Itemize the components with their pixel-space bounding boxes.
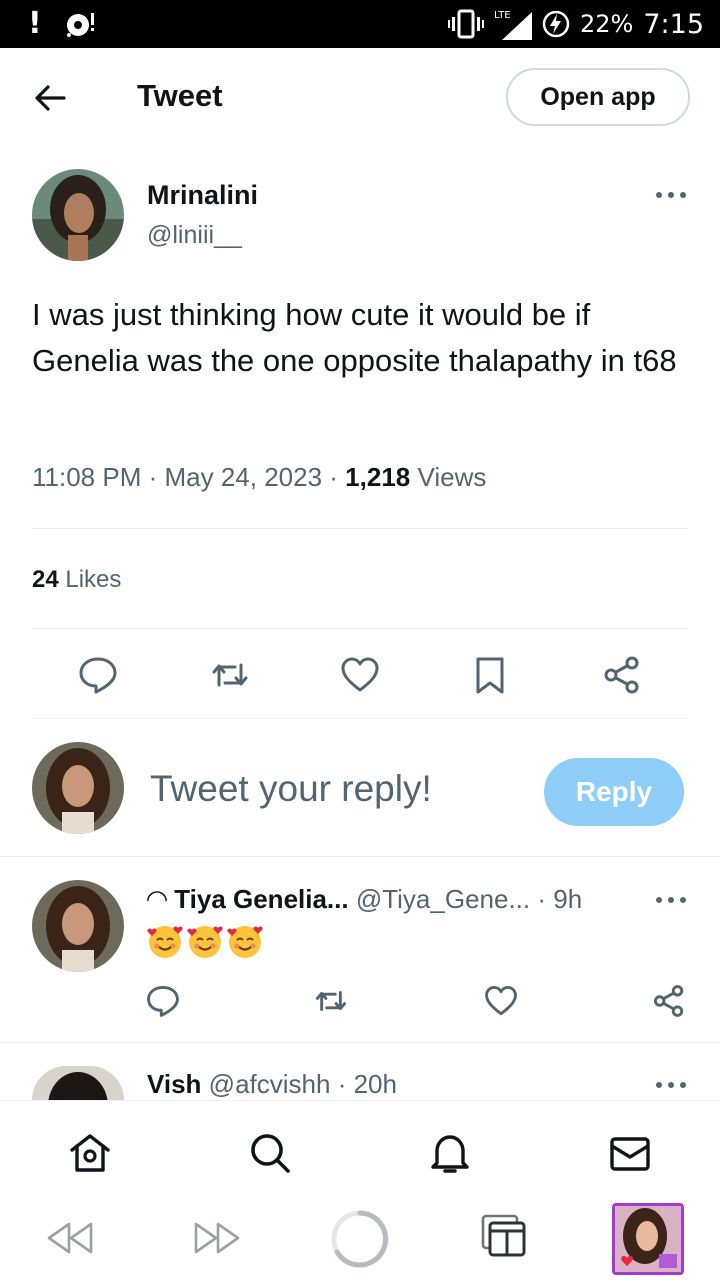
bookmark-icon[interactable] xyxy=(470,655,510,695)
home-icon[interactable] xyxy=(68,1131,112,1175)
reply-header: Vish @afcvishh · 20h xyxy=(147,1069,397,1100)
vibrate-icon xyxy=(448,9,485,39)
divider xyxy=(32,628,688,629)
tweet-meta: 11:08 PM · May 24, 2023 · 1,218 Views xyxy=(32,462,486,493)
reply-button[interactable]: Reply xyxy=(544,758,684,826)
like-icon[interactable] xyxy=(340,655,380,695)
signal-icon: LTE xyxy=(494,10,533,40)
smiling-face-with-hearts-icon xyxy=(147,926,183,958)
meta-separator: · xyxy=(148,462,165,492)
smiling-face-with-hearts-icon xyxy=(187,926,223,958)
more-options-icon[interactable] xyxy=(654,189,688,201)
retweet-icon[interactable] xyxy=(210,655,250,695)
views-label: Views xyxy=(417,462,487,492)
reply-author-name[interactable]: Vish xyxy=(147,1069,201,1099)
divider xyxy=(0,1042,720,1043)
views-count: 1,218 xyxy=(345,462,411,492)
share-icon[interactable] xyxy=(602,655,642,695)
page-header: Tweet Open app xyxy=(0,48,720,148)
open-app-button[interactable]: Open app xyxy=(506,68,690,126)
author-handle[interactable]: @liniii__ xyxy=(147,221,242,250)
share-icon[interactable] xyxy=(652,984,686,1018)
tweet-date: May 24, 2023 xyxy=(164,462,323,492)
fast-forward-icon[interactable] xyxy=(190,1218,242,1258)
sync-disc-icon xyxy=(66,13,94,37)
reply-age: · 20h xyxy=(337,1069,397,1099)
author-name[interactable]: Mrinalini xyxy=(147,180,258,211)
likes-summary[interactable]: 24 Likes xyxy=(32,566,121,594)
svg-text:LTE: LTE xyxy=(494,10,511,21)
reply-icon[interactable] xyxy=(78,655,118,695)
divider xyxy=(32,528,688,529)
reply-author-name[interactable]: ◠ Tiya Genelia... xyxy=(147,884,349,914)
battery-percent: 22% xyxy=(580,10,634,38)
tabs-icon[interactable] xyxy=(481,1214,529,1258)
notifications-icon[interactable] xyxy=(428,1131,472,1175)
more-options-icon[interactable] xyxy=(654,894,688,906)
smiling-face-with-hearts-icon xyxy=(227,926,263,958)
reload-icon[interactable] xyxy=(329,1208,391,1270)
page-title: Tweet xyxy=(137,78,223,113)
user-avatar[interactable] xyxy=(32,742,124,834)
battery-charging-icon xyxy=(542,10,570,38)
tweet-text: I was just thinking how cute it would be… xyxy=(32,297,677,378)
reply-age: · 9h xyxy=(537,884,583,914)
status-bar: ! LTE 22% 7:15 xyxy=(0,0,720,48)
tweet-time: 11:08 PM xyxy=(32,462,142,492)
reply-text xyxy=(146,922,264,960)
reply-author-handle[interactable]: @afcvishh xyxy=(209,1069,331,1099)
reply-icon[interactable] xyxy=(146,984,180,1018)
author-avatar[interactable] xyxy=(32,169,124,261)
reply-header: ◠ Tiya Genelia... @Tiya_Gene... · 9h xyxy=(147,884,582,915)
reply-avatar[interactable] xyxy=(32,1066,124,1100)
like-icon[interactable] xyxy=(484,984,518,1018)
divider xyxy=(32,718,688,719)
meta-separator: · xyxy=(329,462,346,492)
reply-input[interactable]: Tweet your reply! xyxy=(150,768,432,810)
profile-thumbnail[interactable] xyxy=(612,1203,684,1275)
search-icon[interactable] xyxy=(248,1131,292,1175)
retweet-icon[interactable] xyxy=(314,984,348,1018)
reply-author-handle[interactable]: @Tiya_Gene... xyxy=(356,884,530,914)
likes-count: 24 xyxy=(32,566,59,593)
messages-icon[interactable] xyxy=(608,1131,652,1175)
alert-icon: ! xyxy=(28,6,42,41)
clock: 7:15 xyxy=(643,8,704,40)
back-arrow-icon[interactable] xyxy=(30,78,70,118)
reply-avatar[interactable] xyxy=(32,880,124,972)
bottom-tab-bar xyxy=(0,1100,720,1200)
likes-label: Likes xyxy=(65,566,122,593)
more-options-icon[interactable] xyxy=(654,1079,688,1091)
rewind-back-icon[interactable] xyxy=(45,1218,97,1258)
divider xyxy=(0,856,720,857)
